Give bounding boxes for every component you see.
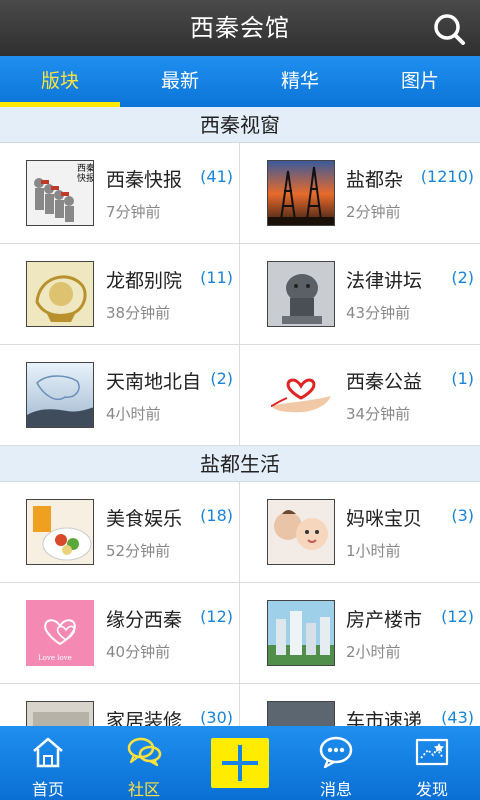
board-name: 美食娱乐 [106,508,183,530]
nav-label: 首页 [31,780,64,799]
board-count: (12) [441,607,474,626]
board-count: (11) [200,268,233,287]
board-thumbnail: 西秦快报 [26,160,94,226]
board-item[interactable]: Love love 缘分西秦 (12) 40分钟前 [0,583,240,684]
plus-icon [222,745,258,781]
board-item[interactable]: 盐都杂 (1210) 2分钟前 [240,143,480,244]
board-item[interactable]: 西秦快报 西秦快报 (41) 7分钟前 [0,143,240,244]
nav-label: 消息 [319,780,352,799]
board-item[interactable]: 家居装修 (30) [0,684,240,726]
board-name: 龙都别院 [106,270,183,292]
nav-label: 社区 [127,780,160,799]
news-sign-text: 西秦快报 [77,162,94,184]
message-icon [319,736,353,769]
nav-messages[interactable]: 消息 [288,726,384,800]
page-title: 西秦会馆 [190,14,290,42]
tab-featured[interactable]: 精华 [240,56,360,107]
board-time: 52分钟前 [106,542,171,560]
board-item[interactable]: 法律讲坛 (2) 43分钟前 [240,244,480,345]
board-thumbnail: Love love [26,600,94,666]
nav-label: 发现 [415,780,448,799]
tab-latest[interactable]: 最新 [120,56,240,107]
home-icon [33,737,63,768]
nav-community[interactable]: 社区 [96,726,192,800]
board-count: (1210) [420,167,474,186]
board-thumbnail [267,600,335,666]
board-name: 西秦快报 [106,169,183,191]
board-name: 家居装修 [106,710,183,726]
board-thumbnail [267,160,335,226]
bottom-nav: 首页 社区 消息 发现 [0,726,480,800]
board-count: (30) [200,708,233,726]
board-item[interactable]: 龙都别院 (11) 38分钟前 [0,244,240,345]
board-time: 4小时前 [106,405,161,423]
nav-home[interactable]: 首页 [0,726,96,800]
board-time: 1小时前 [346,542,401,560]
search-icon[interactable] [432,12,466,46]
board-name: 法律讲坛 [346,270,423,292]
board-name: 盐都杂 [346,169,404,191]
board-name: 天南地北自 [106,371,202,393]
board-thumbnail [26,362,94,428]
board-thumbnail [26,499,94,565]
board-count: (12) [200,607,233,626]
board-count: (18) [200,506,233,525]
board-list[interactable]: 西秦视窗 西秦快报 西秦快报 (41) 7分钟前 盐都杂 (1210) 2分钟前… [0,107,480,726]
board-thumbnail [267,701,335,726]
love-card-text: Love love [38,654,72,662]
board-thumbnail [26,261,94,327]
board-grid: 西秦快报 西秦快报 (41) 7分钟前 盐都杂 (1210) 2分钟前 龙都别院… [0,143,480,446]
board-time: 38分钟前 [106,304,171,322]
board-item[interactable]: 西秦公益 (1) 34分钟前 [240,345,480,446]
board-name: 车市速递 [346,710,423,726]
board-thumbnail [267,499,335,565]
board-thumbnail [267,362,335,428]
board-time: 2小时前 [346,643,401,661]
board-count: (41) [200,167,233,186]
board-time: 7分钟前 [106,203,161,221]
chat-bubbles-icon [127,737,162,767]
board-thumbnail [26,701,94,726]
board-time: 43分钟前 [346,304,411,322]
board-item[interactable]: 美食娱乐 (18) 52分钟前 [0,482,240,583]
board-name: 西秦公益 [346,371,423,393]
board-count: (2) [451,268,474,287]
board-count: (2) [210,369,233,388]
board-name: 妈咪宝贝 [346,508,423,530]
board-count: (3) [451,506,474,525]
board-time: 40分钟前 [106,643,171,661]
tab-bar: 版块 最新 精华 图片 [0,56,480,107]
board-item[interactable]: 天南地北自 (2) 4小时前 [0,345,240,446]
section-header: 盐都生活 [0,446,480,482]
board-time: 2分钟前 [346,203,401,221]
board-item[interactable]: 房产楼市 (12) 2小时前 [240,583,480,684]
board-name: 房产楼市 [346,609,423,631]
section-header: 西秦视窗 [0,107,480,143]
board-grid: 美食娱乐 (18) 52分钟前 妈咪宝贝 (3) 1小时前 Love love … [0,482,480,726]
board-count: (43) [441,708,474,726]
title-bar: 西秦会馆 [0,0,480,56]
board-thumbnail [267,261,335,327]
board-count: (1) [451,369,474,388]
nav-post[interactable] [192,726,288,800]
post-button[interactable] [211,738,269,788]
board-item[interactable]: 妈咪宝贝 (3) 1小时前 [240,482,480,583]
nav-discover[interactable]: 发现 [384,726,480,800]
board-item[interactable]: 车市速递 (43) [240,684,480,726]
map-flag-icon [415,738,449,766]
board-name: 缘分西秦 [106,609,183,631]
tab-pictures[interactable]: 图片 [360,56,480,107]
tab-boards[interactable]: 版块 [0,56,120,107]
board-time: 34分钟前 [346,405,411,423]
